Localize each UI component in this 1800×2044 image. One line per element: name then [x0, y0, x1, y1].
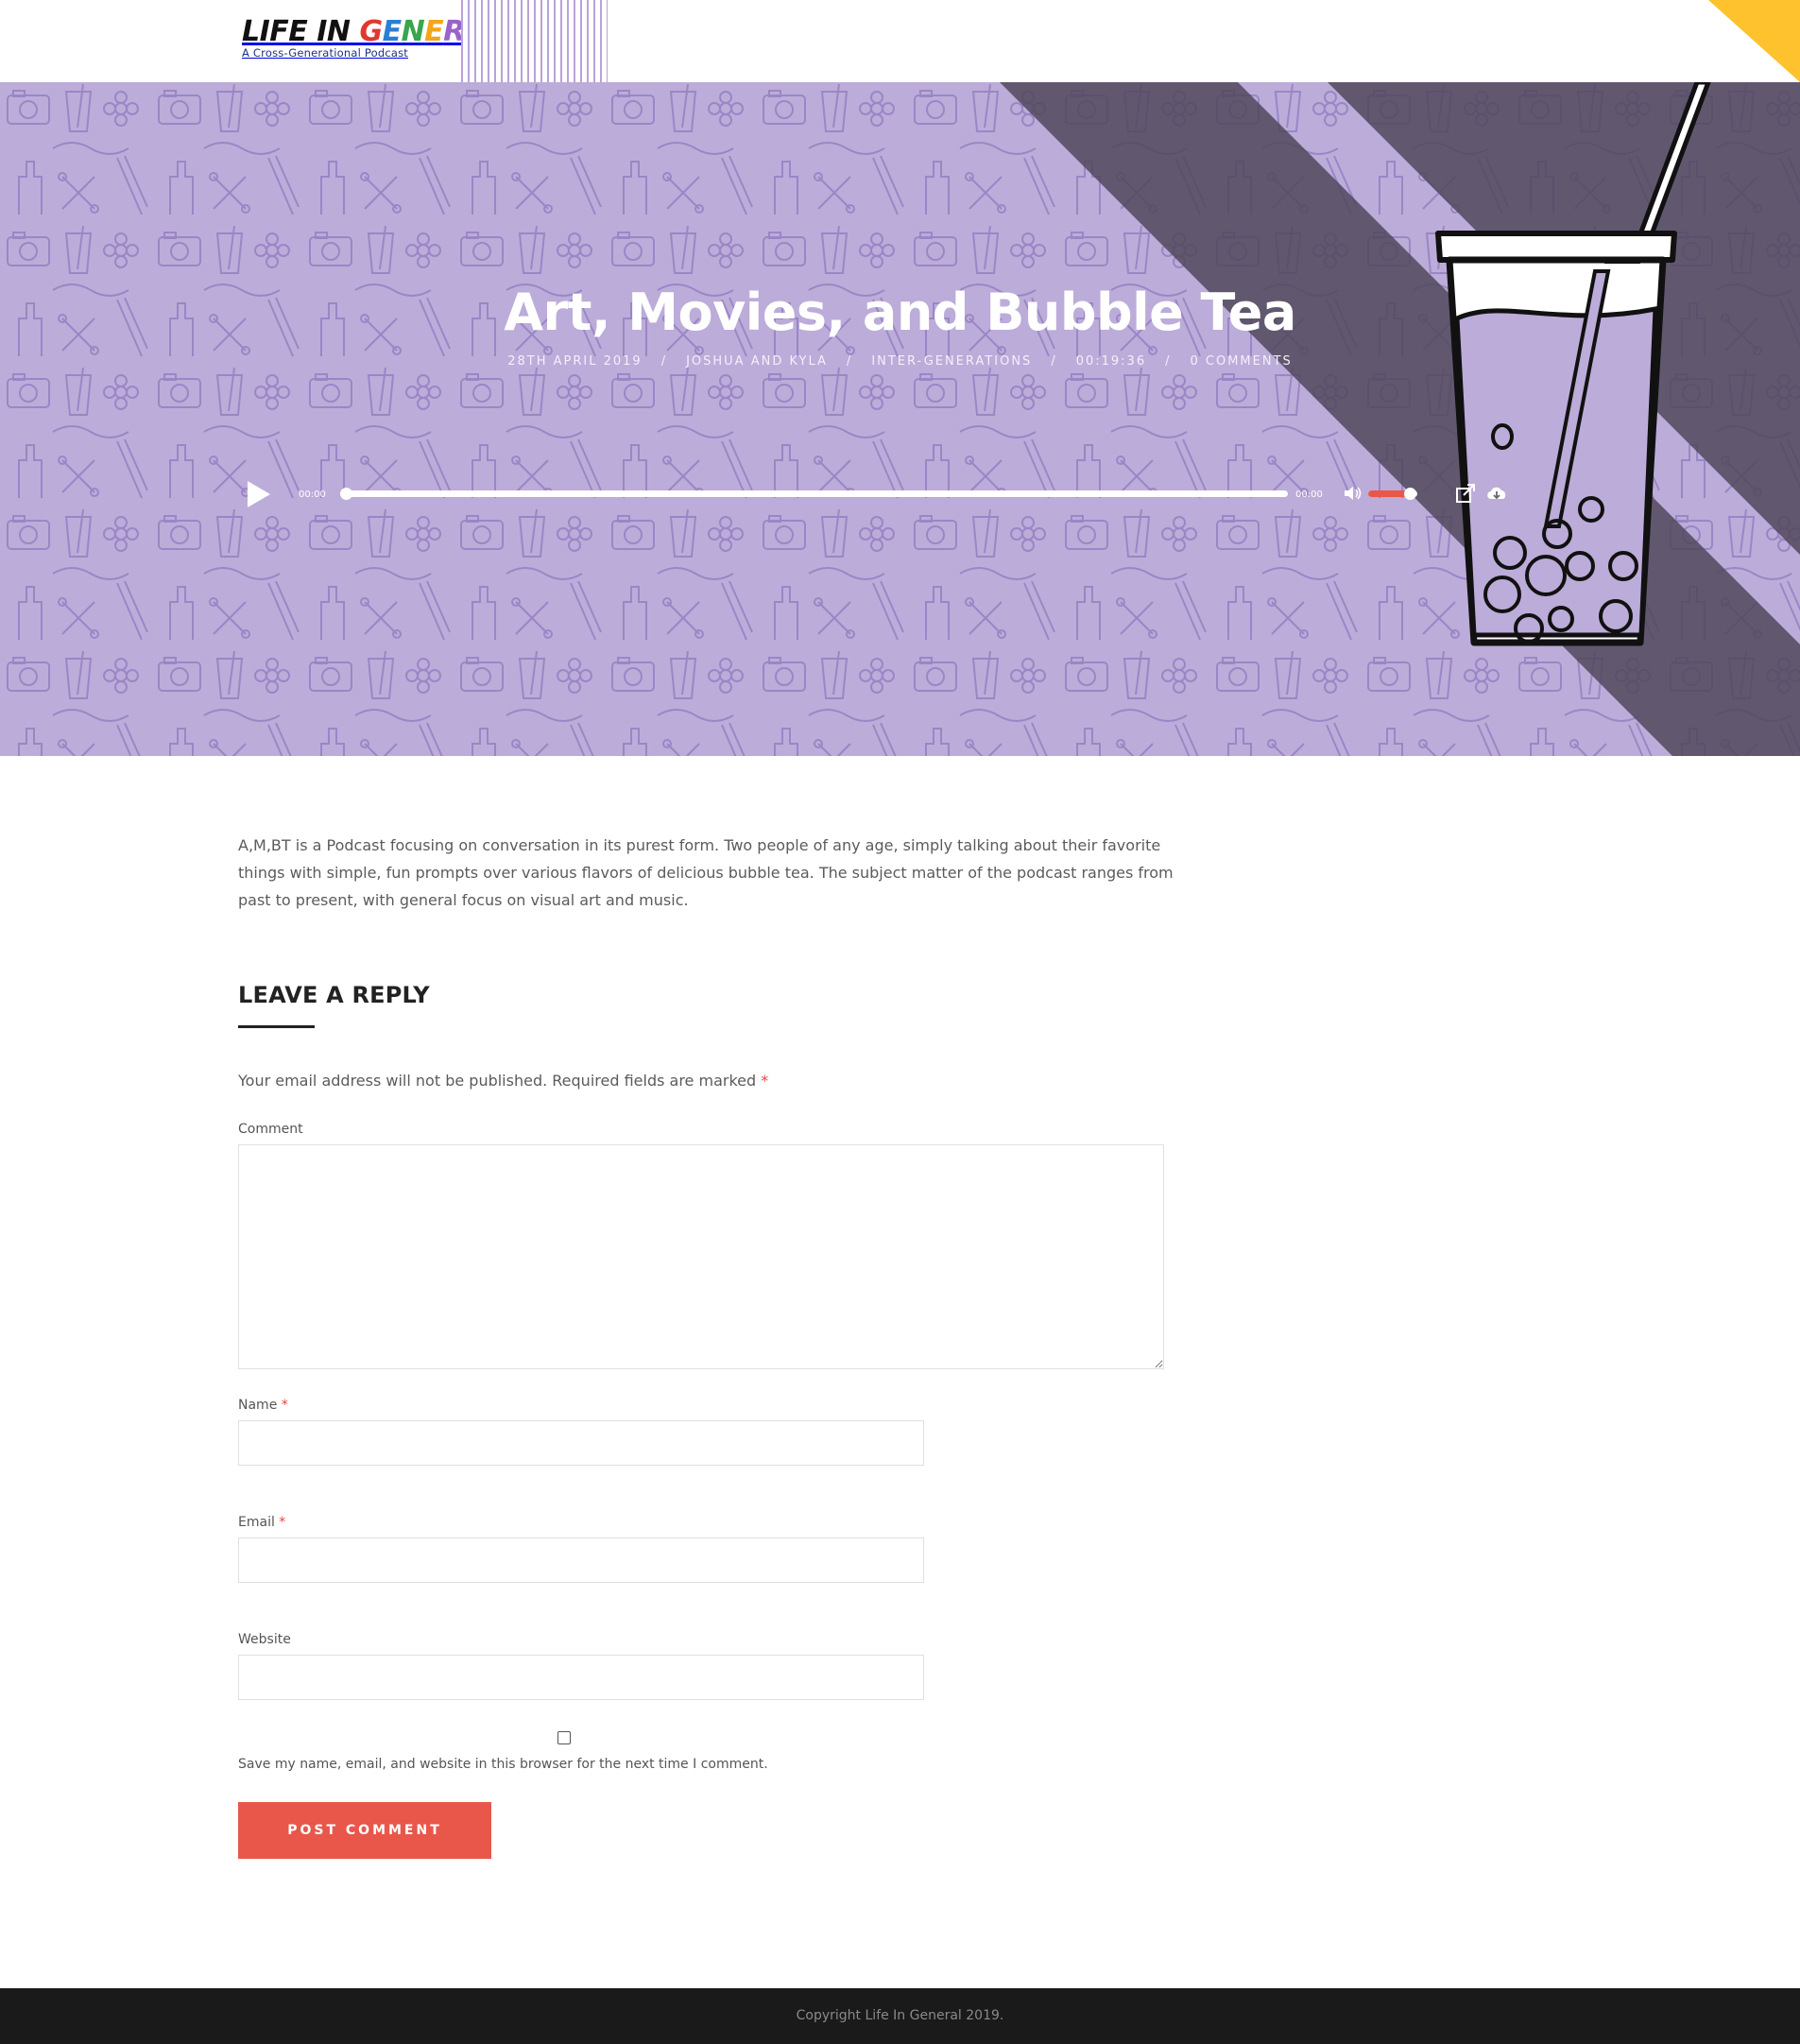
required-mark: *	[761, 1072, 769, 1090]
site-footer: Copyright Life In General 2019.	[0, 1988, 1800, 2044]
meta-separator: /	[1051, 354, 1057, 369]
player-duration-time: 00:00	[1295, 490, 1323, 500]
name-label-text: Name	[238, 1398, 278, 1413]
reply-heading: LEAVE A REPLY	[238, 982, 430, 1008]
website-label: Website	[238, 1632, 291, 1647]
episode-meta: 28TH APRIL 2019 / JOSHUA AND KYLA / INTER-GE…	[0, 354, 1800, 369]
required-mark: *	[279, 1515, 286, 1530]
bubble-tea-cup-illustration	[1435, 82, 1711, 646]
volume-slider-fill	[1368, 490, 1408, 497]
volume-icon[interactable]	[1343, 484, 1362, 503]
meta-separator: /	[846, 354, 853, 369]
save-info-checkbox[interactable]	[557, 1731, 571, 1744]
volume-slider[interactable]	[1368, 488, 1417, 500]
comment-notes: Your email address will not be published…	[238, 1072, 1164, 1090]
post-content: A,M,BT is a Podcast focusing on conversa…	[238, 832, 1174, 1859]
audio-player: 00:00 00:00	[244, 470, 1519, 517]
episode-title: Art, Movies, and Bubble Tea	[504, 283, 1296, 342]
download-cloud-icon[interactable]	[1485, 483, 1508, 504]
required-mark: *	[281, 1398, 288, 1413]
player-current-time: 00:00	[299, 490, 326, 500]
meta-separator: /	[660, 354, 668, 369]
comment-label: Comment	[238, 1122, 303, 1137]
site-header: LIFE IN GENERAL A Cross-Generational Pod…	[0, 0, 1800, 82]
play-icon[interactable]	[244, 479, 272, 509]
share-icon[interactable]	[1455, 483, 1476, 504]
comment-notes-text: Your email address will not be published…	[238, 1072, 757, 1090]
player-progress-knob[interactable]	[340, 488, 352, 500]
episode-duration: 00:19:36	[1075, 354, 1147, 369]
website-field[interactable]	[238, 1655, 924, 1700]
email-label: Email *	[238, 1515, 1164, 1530]
header-stripes-decoration	[461, 0, 608, 82]
player-progress-bar[interactable]	[340, 488, 1288, 500]
post-comment-button[interactable]: POST COMMENT	[238, 1802, 491, 1859]
episode-hero: Art, Movies, and Bubble Tea 28TH APRIL 2…	[0, 82, 1800, 756]
email-field[interactable]	[238, 1537, 924, 1583]
menu-corner-toggle[interactable]	[1708, 0, 1800, 82]
episode-description: A,M,BT is a Podcast focusing on conversa…	[238, 836, 1174, 909]
name-field[interactable]	[238, 1420, 924, 1466]
episode-comments-link[interactable]: 0 COMMENTS	[1190, 354, 1292, 369]
episode-date: 28TH APRIL 2019	[507, 354, 643, 369]
logo-title: LIFE IN GENERAL	[242, 15, 505, 48]
reply-heading-underline	[238, 1025, 315, 1028]
meta-separator: /	[1165, 354, 1172, 369]
volume-slider-knob[interactable]	[1403, 488, 1416, 500]
name-label: Name *	[238, 1398, 1164, 1413]
save-info-label: Save my name, email, and website in this…	[238, 1757, 768, 1772]
logo-subtitle: A Cross-Generational Podcast	[242, 46, 408, 60]
episode-author-link[interactable]: JOSHUA AND KYLA	[686, 354, 828, 369]
comment-textarea[interactable]	[238, 1144, 1164, 1369]
site-logo[interactable]: LIFE IN GENERAL A Cross-Generational Pod…	[242, 15, 505, 64]
footer-copyright: Copyright Life In General 2019.	[796, 2008, 1004, 2023]
email-label-text: Email	[238, 1515, 275, 1530]
episode-category-link[interactable]: INTER-GENERATIONS	[871, 354, 1032, 369]
